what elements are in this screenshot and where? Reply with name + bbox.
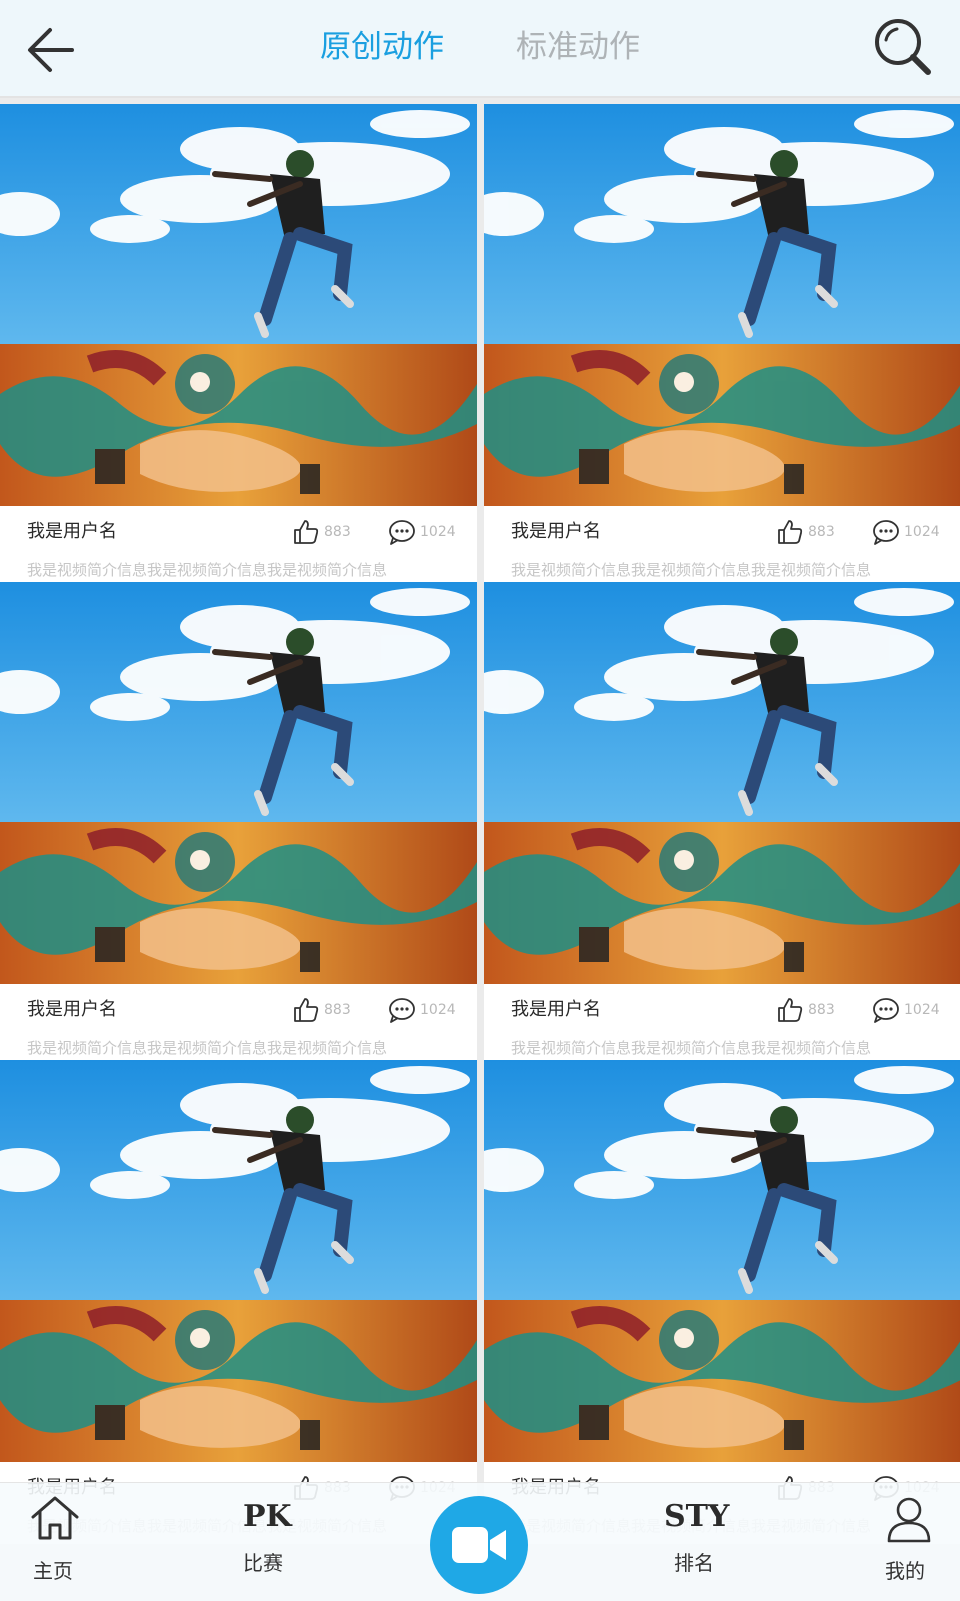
record-video-button[interactable] — [430, 1496, 528, 1594]
video-thumbnail — [0, 104, 477, 506]
comment-count: 1024 — [420, 1002, 456, 1018]
video-thumbnail — [484, 1060, 960, 1462]
nav-pk-label: 比赛 — [243, 1551, 283, 1575]
search-button[interactable] — [870, 14, 936, 80]
comment-icon[interactable] — [872, 997, 900, 1023]
video-thumbnail — [0, 582, 477, 984]
nav-rank-label: 排名 — [674, 1551, 714, 1575]
video-card[interactable]: 我是用户名 883 1024 我是视频简介信息我是视频简介信息我是视频简介信息 — [484, 582, 960, 1066]
search-icon — [875, 19, 931, 75]
nav-home[interactable]: 主页 — [20, 1483, 90, 1601]
comment-icon[interactable] — [872, 519, 900, 545]
like-count: 883 — [324, 1002, 351, 1018]
comment-icon[interactable] — [388, 519, 416, 545]
like-count: 883 — [808, 1002, 835, 1018]
nav-me[interactable]: 我的 — [880, 1483, 940, 1601]
tab-standard-moves[interactable]: 标准动作 — [516, 26, 640, 68]
username[interactable]: 我是用户名 — [27, 520, 117, 544]
video-description: 我是视频简介信息我是视频简介信息我是视频简介信息 — [511, 561, 872, 579]
like-count: 883 — [324, 524, 351, 540]
like-count: 883 — [808, 524, 835, 540]
thumbs-up-icon[interactable] — [776, 996, 804, 1024]
thumbs-up-icon[interactable] — [292, 996, 320, 1024]
nav-pk[interactable]: PK 比赛 — [238, 1483, 308, 1601]
comment-count: 1024 — [904, 1002, 940, 1018]
video-card[interactable]: 我是用户名 883 1024 我是视频简介信息我是视频简介信息我是视频简介信息 — [0, 1060, 477, 1544]
user-icon — [887, 1497, 931, 1543]
arrow-left-icon — [28, 28, 74, 72]
home-icon — [31, 1496, 79, 1540]
comment-icon[interactable] — [388, 997, 416, 1023]
sty-icon: STY — [664, 1499, 730, 1534]
video-description: 我是视频简介信息我是视频简介信息我是视频简介信息 — [511, 1039, 872, 1057]
video-thumbnail — [484, 582, 960, 984]
video-camera-icon — [452, 1527, 506, 1563]
video-card[interactable]: 我是用户名 883 1024 我是视频简介信息我是视频简介信息我是视频简介信息 — [484, 104, 960, 588]
thumbs-up-icon[interactable] — [292, 518, 320, 546]
pk-icon: PK — [243, 1499, 292, 1534]
video-description: 我是视频简介信息我是视频简介信息我是视频简介信息 — [27, 561, 388, 579]
comment-count: 1024 — [420, 524, 456, 540]
video-thumbnail — [484, 104, 960, 506]
tab-original-moves[interactable]: 原创动作 — [320, 26, 444, 68]
video-card[interactable]: 我是用户名 883 1024 我是视频简介信息我是视频简介信息我是视频简介信息 — [0, 104, 477, 588]
video-thumbnail — [0, 1060, 477, 1462]
username[interactable]: 我是用户名 — [27, 998, 117, 1022]
video-card[interactable]: 我是用户名 883 1024 我是视频简介信息我是视频简介信息我是视频简介信息 — [484, 1060, 960, 1544]
comment-count: 1024 — [904, 524, 940, 540]
nav-rank[interactable]: STY 排名 — [660, 1483, 740, 1601]
thumbs-up-icon[interactable] — [776, 518, 804, 546]
nav-me-label: 我的 — [885, 1559, 925, 1583]
username[interactable]: 我是用户名 — [511, 520, 601, 544]
video-card[interactable]: 我是用户名 883 1024 我是视频简介信息我是视频简介信息我是视频简介信息 — [0, 582, 477, 1066]
nav-home-label: 主页 — [33, 1559, 73, 1583]
username[interactable]: 我是用户名 — [511, 998, 601, 1022]
back-button[interactable] — [22, 18, 86, 82]
top-bar: 原创动作 标准动作 — [0, 0, 960, 98]
video-description: 我是视频简介信息我是视频简介信息我是视频简介信息 — [27, 1039, 388, 1057]
